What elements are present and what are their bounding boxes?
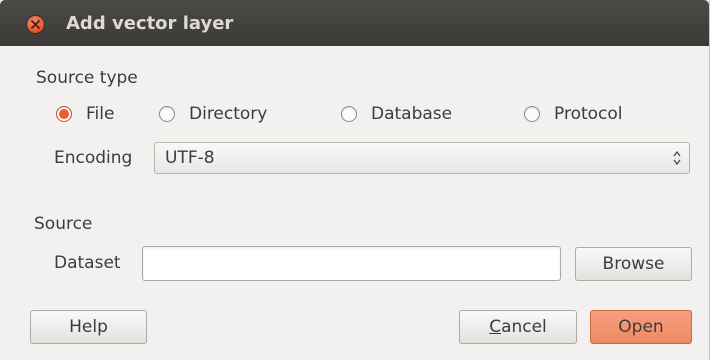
encoding-value: UTF-8 bbox=[165, 148, 215, 168]
encoding-select[interactable]: UTF-8 bbox=[154, 142, 690, 174]
add-vector-layer-dialog: Add vector layer Source type File Direct… bbox=[0, 0, 710, 360]
cancel-mnemonic: C bbox=[489, 317, 502, 337]
spin-arrows-icon bbox=[673, 150, 681, 166]
cancel-label: ancel bbox=[501, 317, 547, 337]
source-type-label: Source type bbox=[36, 68, 138, 88]
radio-indicator bbox=[56, 106, 72, 122]
window-title: Add vector layer bbox=[66, 13, 234, 34]
close-button[interactable] bbox=[27, 16, 44, 33]
open-button[interactable]: Open bbox=[590, 310, 692, 344]
title-bar: Add vector layer bbox=[0, 0, 709, 46]
source-label: Source bbox=[34, 214, 93, 234]
help-button[interactable]: Help bbox=[30, 310, 147, 344]
dataset-label: Dataset bbox=[54, 253, 121, 273]
browse-button[interactable]: Browse bbox=[575, 247, 692, 281]
radio-file[interactable]: File bbox=[56, 104, 114, 124]
encoding-label: Encoding bbox=[54, 148, 133, 168]
radio-indicator bbox=[524, 106, 540, 122]
radio-database-label: Database bbox=[371, 104, 453, 124]
close-icon bbox=[31, 20, 40, 29]
radio-directory[interactable]: Directory bbox=[159, 104, 267, 124]
dataset-input[interactable] bbox=[142, 246, 561, 281]
radio-database[interactable]: Database bbox=[341, 104, 452, 124]
radio-indicator bbox=[341, 106, 357, 122]
radio-directory-label: Directory bbox=[189, 104, 268, 124]
radio-protocol[interactable]: Protocol bbox=[524, 104, 623, 124]
radio-file-label: File bbox=[86, 104, 115, 124]
radio-indicator bbox=[159, 106, 175, 122]
radio-protocol-label: Protocol bbox=[554, 104, 623, 124]
cancel-button[interactable]: Cancel bbox=[459, 310, 577, 344]
